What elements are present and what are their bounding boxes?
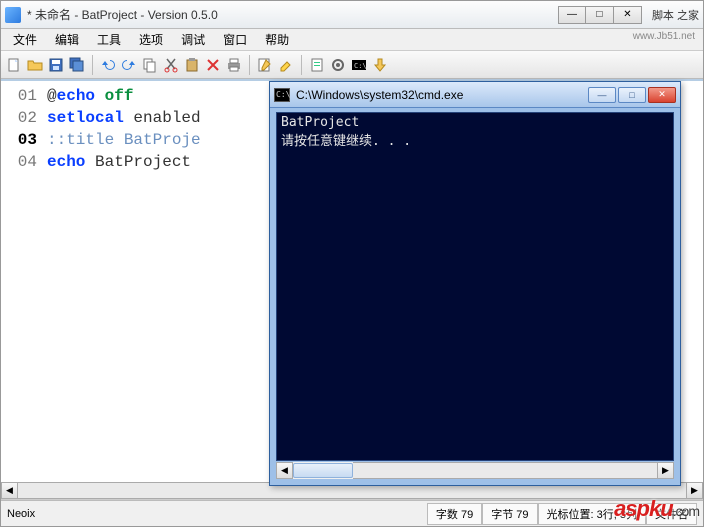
app-icon bbox=[5, 7, 21, 23]
edit-icon[interactable] bbox=[256, 56, 274, 74]
scroll-left-icon[interactable]: ◀ bbox=[1, 482, 18, 499]
line-number: 04 bbox=[9, 151, 37, 173]
paste-icon[interactable] bbox=[183, 56, 201, 74]
menu-debug[interactable]: 调试 bbox=[173, 29, 213, 50]
cmd-line: BatProject bbox=[281, 115, 669, 130]
cmd-line: 请按任意键继续. . . bbox=[281, 130, 669, 149]
save-all-icon[interactable] bbox=[68, 56, 86, 74]
save-icon[interactable] bbox=[47, 56, 65, 74]
scroll-thumb[interactable] bbox=[293, 463, 353, 478]
window-titlebar: * 未命名 - BatProject - Version 0.5.0 — □ ✕… bbox=[1, 1, 703, 29]
options-icon[interactable] bbox=[329, 56, 347, 74]
open-folder-icon[interactable] bbox=[26, 56, 44, 74]
menubar: 文件 编辑 工具 选项 调试 窗口 帮助 bbox=[1, 29, 703, 51]
run-cmd-icon[interactable]: C:\ bbox=[350, 56, 368, 74]
cmd-icon bbox=[274, 88, 290, 102]
menu-tools[interactable]: 工具 bbox=[89, 29, 129, 50]
report-icon[interactable] bbox=[308, 56, 326, 74]
status-wordcount: 字数 79 bbox=[427, 503, 482, 525]
menu-window[interactable]: 窗口 bbox=[215, 29, 255, 50]
cmd-window[interactable]: C:\Windows\system32\cmd.exe — □ ✕ BatPro… bbox=[269, 81, 681, 486]
cmd-close-button[interactable]: ✕ bbox=[648, 87, 676, 103]
print-icon[interactable] bbox=[225, 56, 243, 74]
menu-help[interactable]: 帮助 bbox=[257, 29, 297, 50]
redo-icon[interactable] bbox=[120, 56, 138, 74]
toolbar: C:\ bbox=[1, 51, 703, 79]
line-number: 01 bbox=[9, 85, 37, 107]
menu-options[interactable]: 选项 bbox=[131, 29, 171, 50]
copy-icon[interactable] bbox=[141, 56, 159, 74]
status-bytes: 字节 79 bbox=[482, 503, 537, 525]
line-number: 02 bbox=[9, 107, 37, 129]
maximize-button[interactable]: □ bbox=[586, 6, 614, 24]
scroll-track[interactable] bbox=[353, 462, 657, 479]
new-file-icon[interactable] bbox=[5, 56, 23, 74]
execute-icon[interactable] bbox=[371, 56, 389, 74]
line-number: 03 bbox=[9, 129, 37, 151]
window-title: * 未命名 - BatProject - Version 0.5.0 bbox=[27, 6, 558, 23]
cmd-maximize-button[interactable]: □ bbox=[618, 87, 646, 103]
cmd-hscrollbar[interactable]: ◀ ▶ bbox=[276, 462, 674, 479]
status-author: Neoix bbox=[7, 508, 35, 520]
cut-icon[interactable] bbox=[162, 56, 180, 74]
menu-edit[interactable]: 编辑 bbox=[47, 29, 87, 50]
svg-text:C:\: C:\ bbox=[354, 62, 367, 70]
cmd-output[interactable]: BatProject 请按任意键继续. . . bbox=[276, 112, 674, 461]
cmd-minimize-button[interactable]: — bbox=[588, 87, 616, 103]
highlight-icon[interactable] bbox=[277, 56, 295, 74]
brand-url: www.Jb51.net bbox=[633, 31, 695, 42]
scroll-left-icon[interactable]: ◀ bbox=[276, 462, 293, 479]
cmd-title: C:\Windows\system32\cmd.exe bbox=[296, 88, 588, 102]
minimize-button[interactable]: — bbox=[558, 6, 586, 24]
cmd-titlebar[interactable]: C:\Windows\system32\cmd.exe — □ ✕ bbox=[270, 82, 680, 108]
cmd-window-controls: — □ ✕ bbox=[588, 87, 676, 103]
undo-icon[interactable] bbox=[99, 56, 117, 74]
menu-file[interactable]: 文件 bbox=[5, 29, 45, 50]
brand-label: 脚本 之家 bbox=[652, 7, 699, 23]
watermark: aspku.com bbox=[614, 496, 699, 522]
delete-icon[interactable] bbox=[204, 56, 222, 74]
scroll-right-icon[interactable]: ▶ bbox=[657, 462, 674, 479]
statusbar: Neoix 字数 79 字节 79 光标位置: 3行, 3列 文件名 bbox=[1, 500, 703, 526]
window-controls: — □ ✕ bbox=[558, 6, 642, 24]
close-button[interactable]: ✕ bbox=[614, 6, 642, 24]
